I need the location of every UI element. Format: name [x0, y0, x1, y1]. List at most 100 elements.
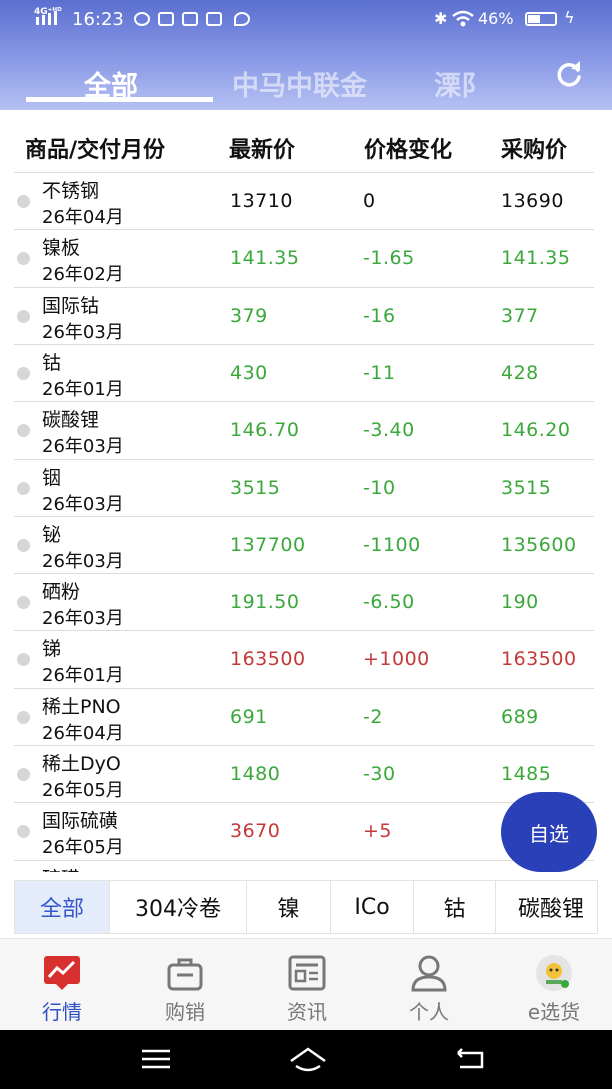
- e-select-logo-icon: [536, 955, 572, 991]
- table-row[interactable]: 不锈钢 26年04月 13710 0 13690: [14, 172, 594, 229]
- latest-price: 141.35: [230, 247, 300, 270]
- shopping-bag-icon: [167, 958, 203, 991]
- nav-market-label: 行情: [42, 1000, 82, 1024]
- system-navigation-bar: [0, 1030, 612, 1089]
- nav-news[interactable]: 资讯: [257, 939, 357, 1029]
- tab-zhongma[interactable]: 中马中联金: [232, 64, 367, 103]
- latest-price: 1480: [230, 763, 281, 785]
- header-product-month: 商品/交付月份: [25, 138, 166, 163]
- header-latest-price: 最新价: [229, 138, 296, 163]
- charging-icon: ϟ: [564, 8, 575, 27]
- favorite-toggle-icon[interactable]: [17, 596, 30, 610]
- favorite-toggle-icon[interactable]: [17, 710, 30, 724]
- mail-notification-icon: [206, 12, 222, 26]
- purchase-price: 135600: [501, 533, 577, 556]
- purchase-price: 146.20: [501, 419, 571, 442]
- favorite-toggle-icon[interactable]: [17, 195, 30, 208]
- delivery-month: 26年03月: [42, 550, 124, 572]
- product-name: 国际硫磺: [42, 810, 119, 833]
- favorite-toggle-icon[interactable]: [17, 309, 30, 323]
- latest-price: 146.70: [230, 419, 300, 442]
- category-lithium-carbonate[interactable]: 碳酸锂: [496, 881, 597, 933]
- favorites-button[interactable]: 自选: [501, 792, 597, 872]
- price-change: -6.50: [363, 591, 415, 614]
- battery-level: [528, 15, 540, 23]
- active-tab-indicator: [26, 97, 213, 102]
- latest-price: 3515: [230, 476, 281, 499]
- product-name: 稀土PNO: [42, 695, 121, 718]
- table-row[interactable]: 钴 26年01月 430 -11 428: [14, 343, 594, 401]
- video-notification-icon: [158, 12, 174, 26]
- back-icon[interactable]: [452, 1047, 486, 1071]
- table-row[interactable]: 铟 26年03月 3515 -10 3515: [14, 458, 594, 516]
- category-304-cold-roll[interactable]: 304冷卷: [110, 881, 247, 933]
- delivery-month: 26年01月: [42, 378, 124, 400]
- mail-notification-icon: [182, 12, 198, 26]
- delivery-month: 26年03月: [42, 321, 124, 343]
- news-icon: [288, 955, 326, 991]
- favorite-toggle-icon[interactable]: [17, 481, 30, 495]
- favorite-toggle-icon[interactable]: [17, 366, 30, 380]
- price-change: +1000: [363, 648, 430, 671]
- price-change: -3.40: [363, 419, 415, 442]
- header-purchase-price: 采购价: [501, 138, 568, 163]
- nav-market[interactable]: 行情: [12, 939, 112, 1029]
- nav-trade[interactable]: 购销: [135, 939, 235, 1029]
- favorite-toggle-icon[interactable]: [17, 768, 30, 781]
- table-row[interactable]: 碳酸锂 26年03月 146.70 -3.40 146.20: [14, 401, 594, 458]
- favorite-toggle-icon[interactable]: [17, 424, 30, 438]
- purchase-price: 1485: [501, 763, 552, 785]
- nav-e-select-label: e选货: [527, 1000, 581, 1024]
- product-name: 硫磺: [42, 864, 80, 872]
- latest-price: 13710: [230, 190, 293, 212]
- product-name: 锑: [42, 638, 62, 661]
- category-ico[interactable]: ICo: [331, 881, 414, 933]
- purchase-price: 377: [501, 304, 539, 327]
- favorite-toggle-icon[interactable]: [17, 653, 30, 667]
- delivery-month: 26年05月: [42, 780, 124, 801]
- category-nickel[interactable]: 镍: [247, 881, 331, 933]
- price-change: -1100: [363, 533, 421, 556]
- table-row[interactable]: 国际钴 26年03月 379 -16 377: [14, 286, 594, 344]
- signal-bar-icon: [36, 17, 39, 25]
- product-name: 国际钴: [42, 294, 100, 317]
- tab-liyang[interactable]: 溧阝: [434, 64, 488, 103]
- nav-profile-label: 个人: [409, 1000, 449, 1024]
- table-row[interactable]: 稀土DyO 26年05月 1480 -30 1485: [14, 745, 594, 802]
- table-row[interactable]: 锑 26年01月 163500 +1000 163500: [14, 630, 594, 687]
- delivery-month: 26年03月: [42, 436, 124, 458]
- app-notification-icon: [134, 12, 150, 26]
- purchase-price: 13690: [501, 190, 564, 212]
- product-name: 镍板: [42, 237, 81, 260]
- signal-bar-icon: [42, 15, 45, 25]
- table-row[interactable]: 稀土PNO 26年04月 691 -2 689: [14, 687, 594, 745]
- home-icon[interactable]: [288, 1046, 328, 1074]
- nav-e-select[interactable]: e选货: [504, 939, 604, 1029]
- favorite-toggle-icon[interactable]: [17, 825, 30, 839]
- favorite-toggle-icon[interactable]: [17, 538, 30, 552]
- product-name: 铟: [42, 466, 62, 489]
- price-change: -11: [363, 361, 396, 384]
- table-row[interactable]: 硒粉 26年03月 191.50 -6.50 190: [14, 573, 594, 630]
- person-icon: [411, 955, 447, 992]
- product-name: 钴: [42, 351, 62, 374]
- nav-profile[interactable]: 个人: [379, 939, 479, 1029]
- app-screen: { "status_bar": {"network": "4G⁺ᴴᴰ", "ti…: [0, 0, 612, 1089]
- market-chart-icon: [44, 956, 80, 990]
- category-all[interactable]: 全部: [15, 881, 110, 933]
- latest-price: 3670: [230, 820, 281, 843]
- table-row[interactable]: 硫磺: [14, 859, 594, 872]
- purchase-price: 689: [501, 705, 539, 728]
- table-row[interactable]: 铋 26年03月 137700 -1100 135600: [14, 515, 594, 573]
- category-cobalt[interactable]: 钴: [414, 881, 496, 933]
- menu-icon[interactable]: [140, 1047, 172, 1071]
- purchase-price: 163500: [501, 648, 577, 671]
- status-bar: 4G⁺ᴴᴰ 16:23 ✱ 46% ϟ: [0, 0, 612, 38]
- refresh-icon[interactable]: [553, 58, 585, 90]
- table-row[interactable]: 镍板 26年02月 141.35 -1.65 141.35: [14, 229, 594, 286]
- bluetooth-icon: ✱: [434, 9, 448, 28]
- location-notification-icon: [234, 12, 250, 26]
- latest-price: 379: [230, 304, 268, 327]
- favorite-toggle-icon[interactable]: [17, 252, 30, 266]
- product-name: 稀土DyO: [42, 753, 121, 775]
